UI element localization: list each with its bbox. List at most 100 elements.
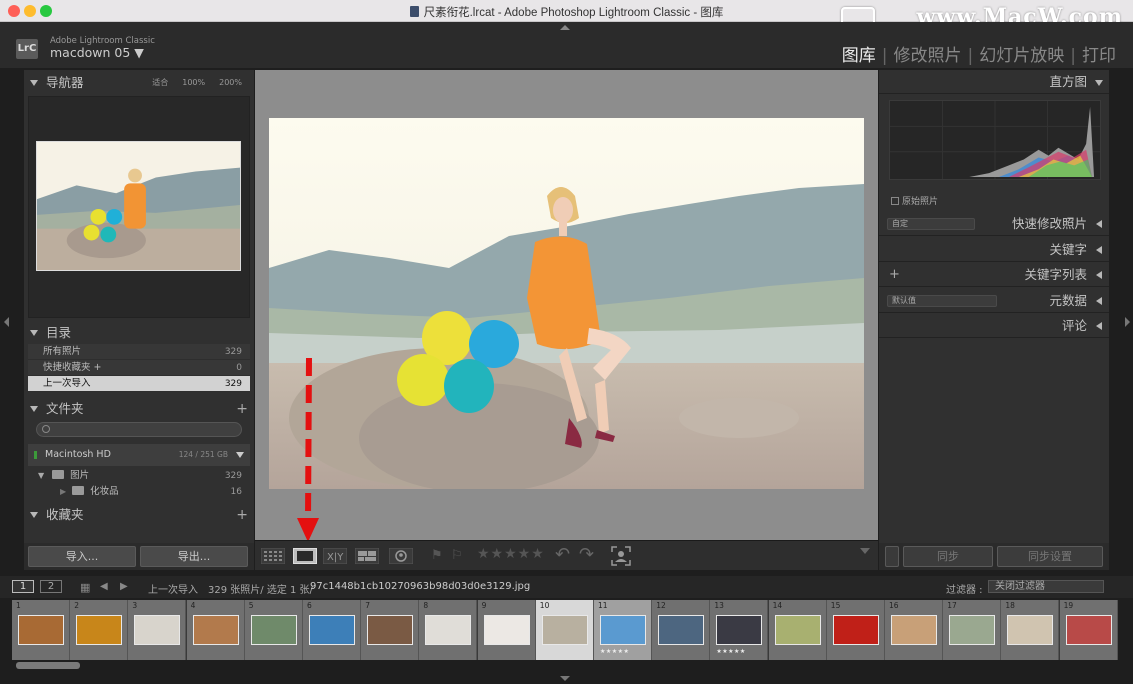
filmstrip-thumbnail[interactable] xyxy=(541,615,588,645)
filmstrip-cell[interactable]: 6 xyxy=(303,600,361,660)
filter-select[interactable]: 关闭过滤器 xyxy=(988,580,1104,593)
zoom-200-option[interactable]: 200% xyxy=(219,78,242,87)
filmstrip-scrollbar[interactable] xyxy=(16,662,80,669)
filmstrip-thumbnail[interactable] xyxy=(832,615,879,645)
left-panel-toggle-icon[interactable] xyxy=(4,317,9,327)
filmstrip-thumbnail[interactable] xyxy=(716,615,763,645)
filmstrip-cell[interactable]: 11 ★★★★★ xyxy=(594,600,652,660)
filmstrip-thumbnail[interactable] xyxy=(367,615,414,645)
keywording-header[interactable]: 关键字 xyxy=(879,238,1109,262)
filmstrip-thumbnail[interactable] xyxy=(18,615,64,645)
add-collection-icon[interactable]: + xyxy=(236,502,248,528)
folder-item-pictures[interactable]: ▼ 图片 329 xyxy=(28,468,250,484)
add-folder-icon[interactable]: + xyxy=(236,396,248,422)
sync-settings-button[interactable]: 同步设置 xyxy=(997,546,1103,567)
compare-view-icon[interactable]: X|Y xyxy=(323,548,347,564)
checkbox-icon[interactable] xyxy=(891,197,899,205)
sync-toggle-switch[interactable] xyxy=(885,546,899,567)
filmstrip-thumbnail[interactable] xyxy=(600,615,646,645)
filmstrip-thumbnail[interactable] xyxy=(483,615,530,645)
bottom-panel-toggle-icon[interactable] xyxy=(560,676,570,681)
filmstrip-cell[interactable]: 4 xyxy=(186,600,245,660)
expand-triangle-icon[interactable]: ▼ xyxy=(38,471,44,480)
quick-develop-preset-select[interactable]: 自定 xyxy=(887,218,975,230)
filmstrip-thumbnail[interactable] xyxy=(192,615,239,645)
filmstrip-cell[interactable]: 15 xyxy=(826,600,885,660)
export-button[interactable]: 导出... xyxy=(140,546,248,567)
catalog-item-quick-collection[interactable]: 快捷收藏夹 + 0 xyxy=(28,360,250,376)
zoom-100-option[interactable]: 100% xyxy=(182,78,205,87)
filmstrip-cell[interactable]: 14 xyxy=(768,600,827,660)
filmstrip-thumbnail[interactable] xyxy=(76,615,123,645)
catalog-header[interactable]: 目录 xyxy=(24,320,254,346)
filmstrip-cell[interactable]: 17 xyxy=(943,600,1002,660)
main-photo[interactable] xyxy=(269,118,864,489)
zoom-fit-option[interactable]: 适合 xyxy=(152,78,168,87)
add-keyword-icon[interactable]: + xyxy=(889,263,900,287)
filmstrip-cell[interactable]: 13 ★★★★★ xyxy=(710,600,769,660)
catalog-name[interactable]: macdown 05 ▼ xyxy=(50,45,144,60)
navigator-thumbnail[interactable] xyxy=(36,141,241,271)
loupe-view-icon[interactable] xyxy=(293,548,317,564)
quick-develop-header[interactable]: 自定 快速修改照片 xyxy=(879,212,1109,236)
filmstrip-thumbnail[interactable] xyxy=(891,615,937,645)
module-slideshow[interactable]: 幻灯片放映 xyxy=(974,46,1069,66)
filmstrip-thumbnail[interactable] xyxy=(949,615,996,645)
top-panel-toggle-icon[interactable] xyxy=(560,25,570,30)
folders-header[interactable]: 文件夹 + xyxy=(24,396,254,422)
toolbar-options-dropdown-icon[interactable] xyxy=(860,548,870,554)
filmstrip-filename[interactable]: 97c1448b1cb10270963b98d03d0e3129.jpg xyxy=(310,581,530,592)
filmstrip-thumbnail[interactable] xyxy=(134,615,181,645)
filmstrip-thumbnail[interactable] xyxy=(774,615,821,645)
filmstrip-cell[interactable]: 8 xyxy=(419,600,478,660)
star-rating[interactable]: ★★★★★ xyxy=(477,546,545,562)
catalog-item-all-photos[interactable]: 所有照片 329 xyxy=(28,344,250,360)
grid-view-icon[interactable] xyxy=(261,548,285,564)
filmstrip-thumbnail[interactable] xyxy=(658,615,705,645)
forward-arrow-icon[interactable]: ▶ xyxy=(120,581,128,592)
filmstrip-cell[interactable]: 16 xyxy=(885,600,943,660)
filmstrip-cell[interactable]: 18 xyxy=(1001,600,1060,660)
right-panel-toggle-icon[interactable] xyxy=(1125,317,1130,327)
flag-reject-icon[interactable]: ⚐ xyxy=(451,548,463,564)
survey-view-icon[interactable] xyxy=(355,548,379,564)
grid-shortcut-icon[interactable]: ▦ xyxy=(80,581,90,594)
navigator-header[interactable]: 导航器 适合 100% 200% xyxy=(24,70,254,96)
filmstrip-cell[interactable]: 9 xyxy=(477,600,536,660)
filmstrip-thumbnail[interactable] xyxy=(309,615,355,645)
module-develop[interactable]: 修改照片 xyxy=(889,46,967,66)
filmstrip-cell[interactable]: 3 xyxy=(128,600,187,660)
filmstrip-cell[interactable]: 7 xyxy=(361,600,420,660)
filmstrip-cell[interactable]: 5 xyxy=(244,600,303,660)
rotate-right-icon[interactable]: ↷ xyxy=(579,544,594,565)
expand-triangle-icon[interactable]: ▶ xyxy=(60,487,66,496)
primary-window-button[interactable]: 1 xyxy=(12,580,34,593)
sync-button[interactable]: 同步 xyxy=(903,546,993,567)
flag-pick-icon[interactable]: ⚑ xyxy=(431,548,443,564)
filmstrip-thumbnail[interactable] xyxy=(1065,615,1112,645)
folder-search-input[interactable] xyxy=(36,422,242,437)
folder-item-cosmetics[interactable]: ▶ 化妆品 16 xyxy=(28,484,250,500)
histogram-header[interactable]: 直方图 xyxy=(879,70,1109,94)
module-print[interactable]: 打印 xyxy=(1077,46,1121,66)
filmstrip-thumbnail[interactable] xyxy=(250,615,297,645)
people-view-icon[interactable] xyxy=(389,548,413,564)
comments-header[interactable]: 评论 xyxy=(879,314,1109,338)
metadata-preset-select[interactable]: 默认值 xyxy=(887,295,997,307)
filmstrip-cell[interactable]: 10 xyxy=(535,600,594,660)
volume-macintosh-hd[interactable]: Macintosh HD 124 / 251 GB xyxy=(28,444,250,466)
back-arrow-icon[interactable]: ◀ xyxy=(100,581,108,592)
navigator-preview-area[interactable] xyxy=(28,96,250,318)
module-library[interactable]: 图库 xyxy=(837,46,881,66)
filmstrip-thumbnail[interactable] xyxy=(425,615,472,645)
import-button[interactable]: 导入... xyxy=(28,546,136,567)
catalog-item-previous-import[interactable]: 上一次导入 329 xyxy=(28,376,250,392)
face-region-icon[interactable] xyxy=(611,546,631,566)
rotate-left-icon[interactable]: ↶ xyxy=(555,544,570,565)
filmstrip-cell[interactable]: 19 xyxy=(1059,600,1118,660)
filmstrip-thumbnail[interactable] xyxy=(1007,615,1054,645)
secondary-window-button[interactable]: 2 xyxy=(40,580,62,593)
volume-dropdown-icon[interactable] xyxy=(236,452,244,458)
collections-header[interactable]: 收藏夹 + xyxy=(24,502,254,528)
metadata-header[interactable]: 默认值 元数据 xyxy=(879,289,1109,313)
